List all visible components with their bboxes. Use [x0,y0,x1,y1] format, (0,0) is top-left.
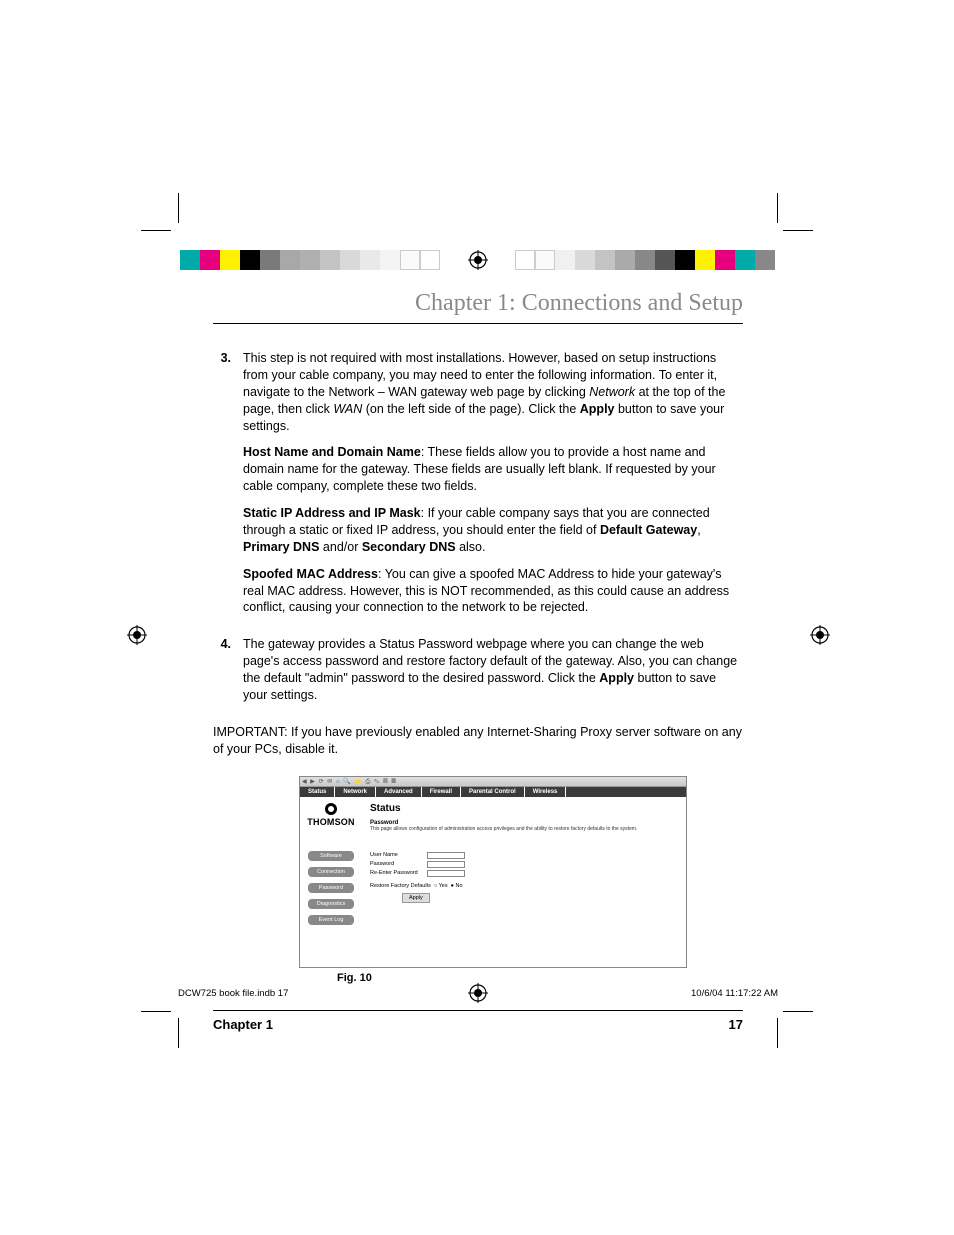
tab-wireless[interactable]: Wireless [525,787,567,797]
page-footer: Chapter 1 17 [213,1010,743,1032]
slug-line: DCW725 book file.indb 17 10/6/04 11:17:2… [178,988,778,999]
page-content: Chapter 1: Connections and Setup 3. This… [213,290,743,1032]
tab-parental-control[interactable]: Parental Control [461,787,525,797]
step-3-p3: Static IP Address and IP Mask: If your c… [243,505,743,556]
step-3-p2: Host Name and Domain Name: These fields … [243,444,743,495]
crop-mark [141,230,171,231]
step-4-p1: The gateway provides a Status Password w… [243,636,743,704]
figure-caption: Fig. 10 [337,972,743,984]
registration-mark-icon [127,625,147,645]
registration-mark-icon [468,250,488,270]
slug-timestamp: 10/6/04 11:17:22 AM [691,988,778,999]
footer-chapter: Chapter 1 [213,1017,273,1032]
sidebar-item-connection[interactable]: Connection [308,867,354,877]
crop-mark [783,1011,813,1012]
color-bar-left [180,250,440,270]
tab-status[interactable]: Status [300,787,335,797]
username-input[interactable] [427,852,465,859]
chapter-title: Chapter 1: Connections and Setup [213,290,743,324]
browser-toolbar: ◀ ▶ ⟳ ✉ ⌂ 🔍 ⭐ ⎙ ✎ ▤ ▦ [300,777,686,787]
tab-network[interactable]: Network [335,787,376,797]
footer-page-number: 17 [729,1017,743,1032]
slug-file: DCW725 book file.indb 17 [178,988,288,999]
registration-mark-icon [810,625,830,645]
embedded-screenshot: ◀ ▶ ⟳ ✉ ⌂ 🔍 ⭐ ⎙ ✎ ▤ ▦ Status Network Adv… [299,776,687,968]
restore-defaults-row: Restore Factory Defaults ○ Yes ● No [370,883,678,889]
step-3: 3. This step is not required with most i… [213,350,743,626]
tab-firewall[interactable]: Firewall [422,787,461,797]
thomson-logo: THOMSON [304,803,358,827]
crop-mark [141,1011,171,1012]
step-3-p4: Spoofed MAC Address: You can give a spoo… [243,566,743,617]
sidebar: THOMSON Software Connection Password Dia… [300,797,362,967]
crop-mark [178,1018,179,1048]
step-number: 4. [213,636,231,714]
important-note: IMPORTANT: If you have previously enable… [213,724,743,758]
apply-button[interactable]: Apply [402,893,430,903]
label-password: Password [370,861,424,867]
crop-mark [777,193,778,223]
reenter-password-input[interactable] [427,870,465,877]
panel-description: This page allows configuration of admini… [370,826,678,832]
sidebar-item-event-log[interactable]: Event Log [308,915,354,925]
color-bar-right [515,250,775,270]
label-username: User Name [370,852,424,858]
sidebar-item-password[interactable]: Password [308,883,354,893]
step-number: 3. [213,350,231,626]
crop-mark [777,1018,778,1048]
password-input[interactable] [427,861,465,868]
sidebar-item-software[interactable]: Software [308,851,354,861]
step-4: 4. The gateway provides a Status Passwor… [213,636,743,714]
label-reenter-password: Re-Enter Password [370,870,424,876]
tab-advanced[interactable]: Advanced [376,787,422,797]
nav-tabs: Status Network Advanced Firewall Parenta… [300,787,686,797]
crop-mark [178,193,179,223]
sidebar-item-diagnostics[interactable]: Diagnostics [308,899,354,909]
step-3-p1: This step is not required with most inst… [243,350,743,434]
panel-title: Status [370,803,678,814]
crop-mark [783,230,813,231]
